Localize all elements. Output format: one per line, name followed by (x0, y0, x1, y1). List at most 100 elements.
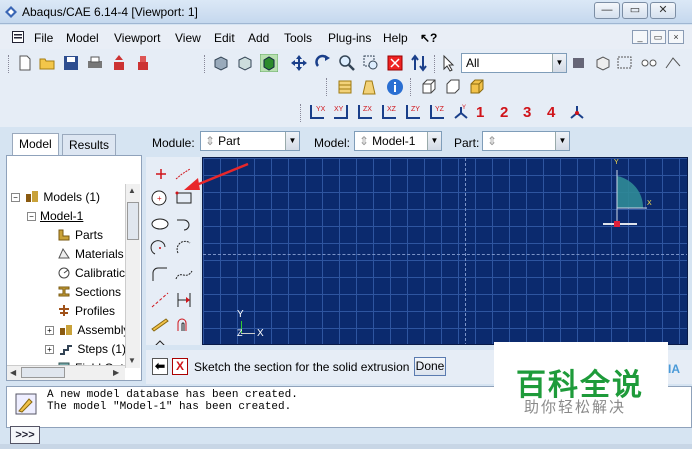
mdi-minimize-button[interactable]: _ (632, 30, 648, 44)
menu-add[interactable]: Add (248, 31, 269, 45)
zoom-icon[interactable] (338, 54, 356, 72)
offset-icon[interactable] (174, 315, 194, 333)
drag-shape-icon[interactable] (616, 54, 634, 72)
layer-icon[interactable] (336, 78, 354, 96)
arc-three-point-icon[interactable] (174, 239, 194, 257)
menu-edit[interactable]: Edit (214, 31, 235, 45)
cycle-views-icon[interactable] (410, 54, 428, 72)
scrollbar-thumb[interactable] (127, 202, 139, 240)
list-item[interactable]: Sections (57, 285, 121, 299)
csys-zx-icon[interactable]: ZX (356, 103, 374, 121)
selection-options-icon[interactable] (570, 54, 588, 72)
tree-horizontal-scrollbar[interactable]: ◀ ▶ (7, 365, 125, 380)
render-hidden-icon[interactable] (236, 54, 254, 72)
csys-3d-icon[interactable]: Y (452, 103, 470, 121)
list-item[interactable]: Materials (57, 247, 124, 261)
command-line-button[interactable]: >>> (10, 426, 40, 444)
menu-help[interactable]: Help (383, 31, 408, 45)
mirror-icon[interactable] (150, 339, 170, 345)
csys-xz-icon[interactable]: XZ (380, 103, 398, 121)
system-menu-icon[interactable] (12, 31, 24, 43)
add-point-icon[interactable] (152, 165, 170, 183)
csys-zy-icon[interactable]: ZY (404, 103, 422, 121)
list-item[interactable]: − Model-1 (27, 209, 83, 223)
tree-vertical-scrollbar[interactable]: ▲ ▼ (125, 184, 140, 368)
mdi-close-button[interactable]: × (668, 30, 684, 44)
prompt-back-button[interactable]: ⬅ (152, 358, 168, 375)
open-folder-icon[interactable] (38, 54, 56, 72)
list-item[interactable]: − Models (1) (11, 190, 100, 204)
csys-triad-icon[interactable] (568, 103, 586, 121)
scroll-left-icon[interactable]: ◀ (10, 368, 16, 377)
arc-center-icon[interactable] (150, 239, 170, 257)
export-icon[interactable] (134, 54, 152, 72)
module-select[interactable]: ⇕ Part ▼ (200, 131, 300, 151)
list-item[interactable]: Calibratic (57, 266, 125, 280)
viewport[interactable]: Y Z X Y X (202, 157, 688, 345)
render-wireframe-icon[interactable] (212, 54, 230, 72)
menu-view[interactable]: View (175, 31, 201, 45)
prompt-cancel-button[interactable]: X (172, 358, 188, 375)
import-icon[interactable] (110, 54, 128, 72)
auto-fit-icon[interactable] (386, 54, 404, 72)
csys-number-4[interactable]: 4 (547, 104, 555, 121)
select-node-icon[interactable] (640, 54, 658, 72)
menu-plugins[interactable]: Plug-ins (328, 31, 371, 45)
message-area-icon[interactable] (15, 393, 37, 415)
view-solid-icon[interactable] (468, 78, 486, 96)
done-button[interactable]: Done (414, 357, 446, 376)
abaqus-app-icon[interactable] (4, 5, 18, 19)
csys-xy-icon[interactable]: YX (308, 103, 326, 121)
save-icon[interactable] (62, 54, 80, 72)
rotate-icon[interactable] (314, 54, 332, 72)
select-arrow-icon[interactable] (440, 54, 458, 72)
arc-tangent-icon[interactable] (174, 215, 194, 233)
ellipse-tool-icon[interactable] (150, 215, 170, 233)
restore-button[interactable]: ▭ (622, 2, 648, 19)
toolbar-grip[interactable] (8, 55, 11, 73)
edit-dimension-icon[interactable] (150, 315, 170, 333)
collapse-icon[interactable]: − (27, 212, 36, 221)
model-select[interactable]: ⇕ Model-1 ▼ (354, 131, 442, 151)
view-iso-icon[interactable] (444, 78, 462, 96)
menu-viewport[interactable]: Viewport (114, 31, 160, 45)
mdi-restore-button[interactable]: ▭ (650, 30, 666, 44)
list-item[interactable]: + Steps (1) (45, 342, 126, 356)
selection-filter-combo[interactable]: All ▼ (461, 53, 567, 73)
part-select[interactable]: ⇕ ▼ (482, 131, 570, 151)
csys-yz-icon[interactable]: YZ (428, 103, 446, 121)
chevron-down-icon[interactable]: ▼ (555, 132, 569, 150)
pan-icon[interactable] (290, 54, 308, 72)
close-button[interactable]: ✕ (650, 2, 676, 19)
csys-yx-icon[interactable]: XY (332, 103, 350, 121)
context-help-icon[interactable]: ↖? (420, 31, 437, 45)
collapse-icon[interactable]: − (11, 193, 20, 202)
minimize-button[interactable]: — (594, 2, 620, 19)
spline-icon[interactable] (174, 265, 194, 283)
view-front-icon[interactable] (420, 78, 438, 96)
print-icon[interactable] (86, 54, 104, 72)
tab-model[interactable]: Model (12, 133, 59, 156)
new-file-icon[interactable] (16, 54, 34, 72)
select-edge-icon[interactable] (664, 54, 682, 72)
list-item[interactable]: + Assembly (45, 323, 129, 337)
csys-number-2[interactable]: 2 (500, 104, 508, 121)
dimension-icon[interactable] (174, 291, 194, 309)
list-item[interactable]: Profiles (57, 304, 115, 318)
info-icon[interactable] (386, 78, 404, 96)
box-zoom-icon[interactable] (362, 54, 380, 72)
circle-tool-icon[interactable]: + (150, 189, 170, 207)
menu-model[interactable]: Model (66, 31, 99, 45)
scroll-right-icon[interactable]: ▶ (113, 368, 119, 377)
tab-results[interactable]: Results (62, 134, 117, 156)
chevron-down-icon[interactable]: ▼ (285, 132, 299, 150)
scroll-down-icon[interactable]: ▼ (128, 356, 136, 365)
fillet-icon[interactable] (150, 265, 170, 283)
chevron-down-icon[interactable]: ▼ (427, 132, 441, 150)
layer-manager-icon[interactable] (360, 78, 378, 96)
chevron-down-icon[interactable]: ▼ (552, 54, 566, 72)
construction-line-icon[interactable] (150, 291, 170, 309)
csys-number-3[interactable]: 3 (523, 104, 531, 121)
expand-icon[interactable]: + (45, 326, 54, 335)
render-shaded-icon[interactable] (260, 54, 278, 72)
